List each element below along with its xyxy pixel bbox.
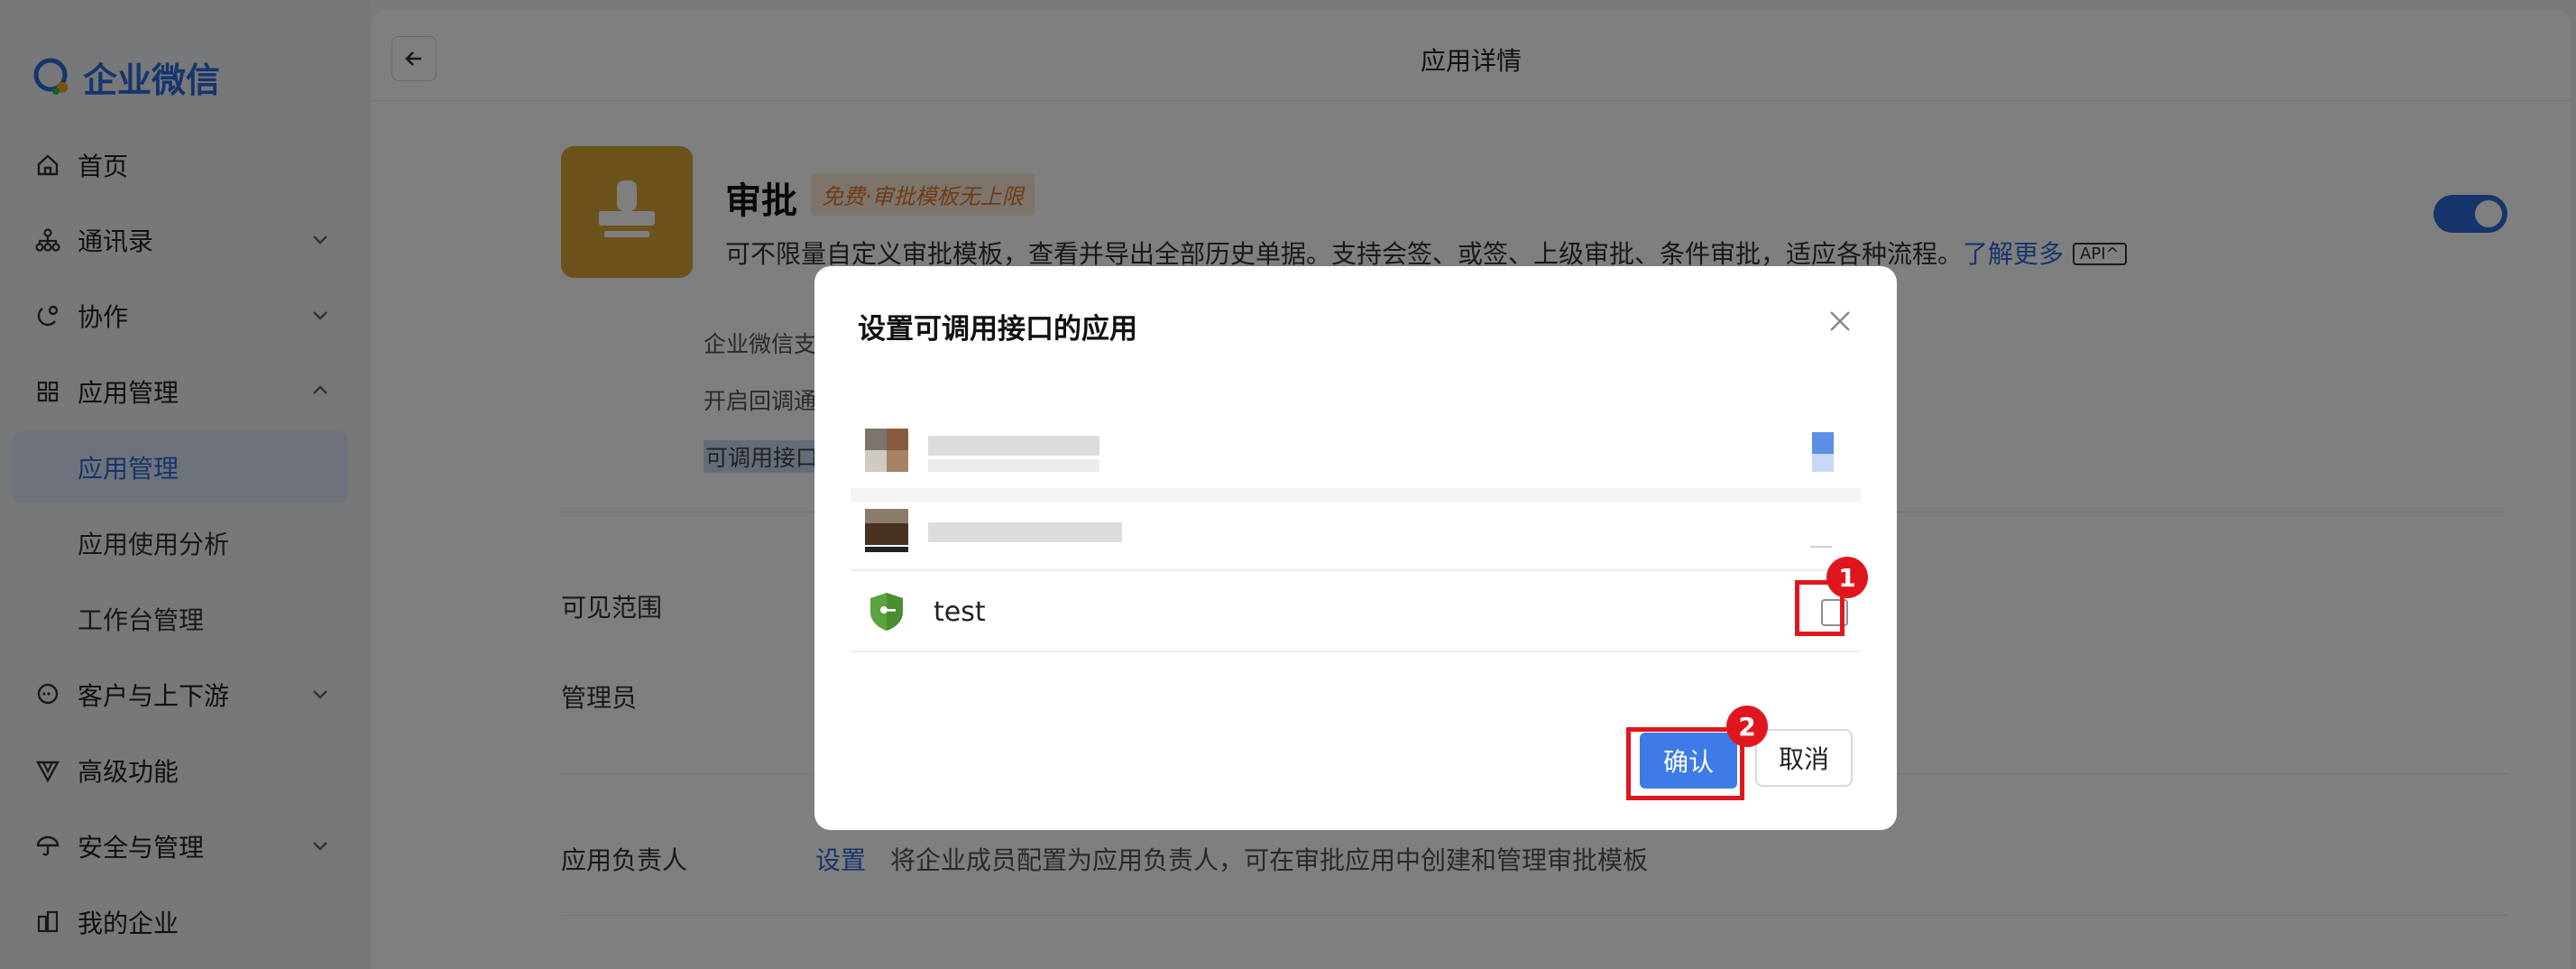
blurred-text [928, 459, 1099, 472]
blurred-checkbox[interactable] [1812, 432, 1834, 454]
list-item[interactable] [851, 492, 1861, 571]
shield-icon [870, 593, 903, 631]
list-item-test[interactable]: test [851, 573, 1861, 652]
blurred-text [928, 436, 1099, 456]
blurred-checkbox [1812, 454, 1834, 472]
cancel-button[interactable]: 取消 [1755, 729, 1853, 787]
step-marker-2: 2 [1726, 706, 1768, 747]
step-marker-1: 1 [1826, 557, 1868, 598]
app-avatar-icon [865, 429, 908, 472]
blurred-text [928, 522, 1122, 542]
blurred-checkbox [1810, 546, 1832, 548]
app-avatar-icon [865, 509, 908, 552]
list-item[interactable] [851, 411, 1861, 490]
highlight-box-confirm [1626, 727, 1744, 800]
app-row-name: test [934, 595, 986, 628]
dialog-title: 设置可调用接口的应用 [858, 313, 1137, 346]
close-icon[interactable] [1826, 308, 1854, 335]
